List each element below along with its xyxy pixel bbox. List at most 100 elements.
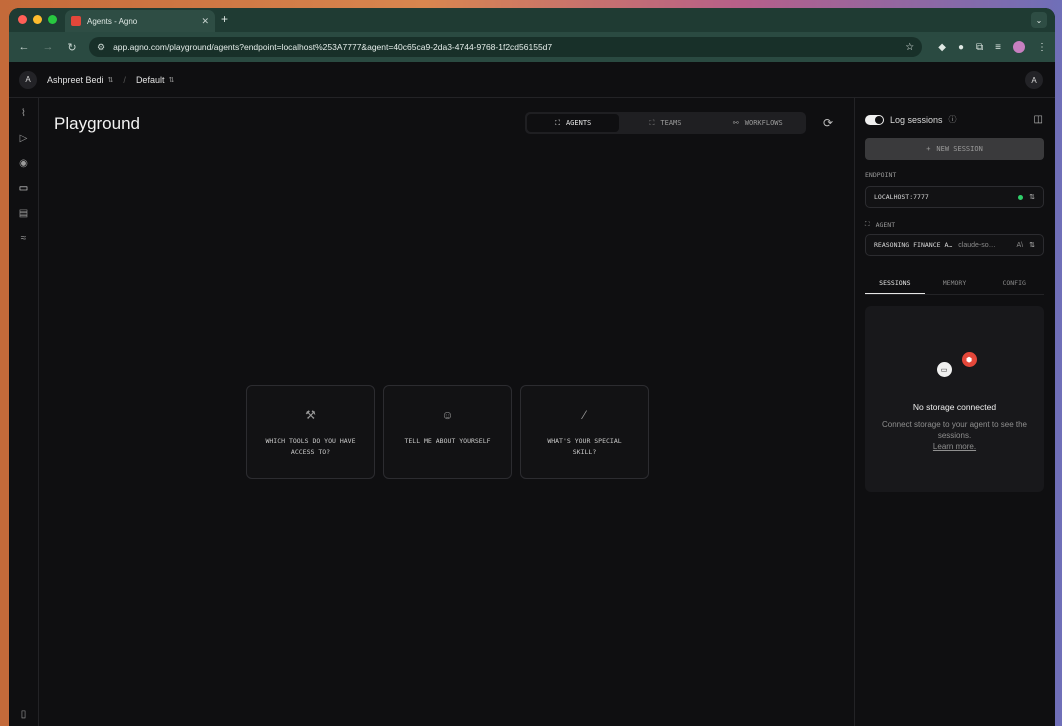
reload-icon[interactable]: ↻ xyxy=(65,41,79,54)
close-window-button[interactable] xyxy=(18,15,27,24)
omnibox[interactable]: ⚙ app.agno.com/playground/agents?endpoin… xyxy=(89,37,923,57)
plus-icon: + xyxy=(926,145,931,153)
puzzle-icon[interactable]: ⧉ xyxy=(976,42,983,53)
user-avatar[interactable]: A xyxy=(19,70,37,89)
tab-label: WORKFLOWS xyxy=(744,119,783,127)
bookmark-star-icon[interactable]: ☆ xyxy=(905,42,914,53)
suggestion-text: WHICH TOOLS DO YOU HAVE ACCESS TO? xyxy=(265,437,356,456)
address-bar: ← → ↻ ⚙ app.agno.com/playground/agents?e… xyxy=(9,32,1055,62)
mode-tabs: ⛶ AGENTS ⛶ TEAMS ⚯ WORKFLOWS xyxy=(525,112,806,134)
log-sessions-toggle[interactable] xyxy=(865,114,884,125)
endpoint-select[interactable]: LOCALHOST:7777 ⇅ xyxy=(865,186,1044,208)
playground-area: Playground ⛶ AGENTS ⛶ TEAMS ⚯ WORKFLOWS … xyxy=(39,98,855,726)
new-session-button[interactable]: + NEW SESSION xyxy=(865,138,1044,160)
endpoint-value: LOCALHOST:7777 xyxy=(874,193,929,201)
agent-extra: A\ xyxy=(1016,241,1024,249)
browser-window: Agents - Agno ✕ + ⌄ ← → ↻ ⚙ app.agno.com… xyxy=(9,8,1055,726)
info-icon[interactable]: ⓘ xyxy=(949,114,957,125)
log-sessions-label: Log sessions xyxy=(890,114,943,125)
chevron-updown-icon: ⇅ xyxy=(168,76,175,84)
suggestion-cards: ⚒ WHICH TOOLS DO YOU HAVE ACCESS TO? ☺ T… xyxy=(246,385,649,479)
site-info-icon[interactable]: ⚙ xyxy=(97,42,105,53)
wand-icon: ⁄ xyxy=(583,408,586,422)
agent-icon: ⛶ xyxy=(865,220,870,228)
refresh-icon[interactable]: ⟳ xyxy=(823,116,833,130)
tab-agents[interactable]: ⛶ AGENTS xyxy=(527,114,620,132)
suggestion-text: TELL ME ABOUT YOURSELF xyxy=(404,437,491,445)
account-avatar[interactable]: A xyxy=(1025,71,1043,89)
agent-value: REASONING FINANCE A… xyxy=(874,241,953,249)
menu-icon[interactable]: ⋮ xyxy=(1037,42,1047,53)
tab-search-icon[interactable]: ⌄ xyxy=(1031,12,1047,28)
tab-title: Agents - Agno xyxy=(87,16,138,26)
workflows-icon: ⚯ xyxy=(732,119,739,127)
chart-icon[interactable]: ⌇ xyxy=(17,108,31,120)
chat-bubble-icon: ▭ xyxy=(936,362,952,377)
tab-config[interactable]: CONFIG xyxy=(984,273,1044,294)
extension-icon[interactable]: ● xyxy=(958,42,964,53)
close-tab-icon[interactable]: ✕ xyxy=(201,16,209,27)
agent-select[interactable]: REASONING FINANCE A… claude-so… A\ ⇅ xyxy=(865,234,1044,256)
forward-icon[interactable]: → xyxy=(41,41,55,53)
workspace-switcher[interactable]: Default ⇅ xyxy=(136,75,174,85)
page-title: Playground xyxy=(54,114,141,133)
broadcast-icon[interactable]: ◉ xyxy=(17,158,31,170)
sidebar-toggle-icon[interactable]: ▯ xyxy=(21,709,27,720)
profile-icon[interactable] xyxy=(1013,41,1025,53)
app-main: ⌇ ▷ ◉ ▭ ▤ ≈ ▯ Playground ⛶ AGENTS ⛶ TEAM… xyxy=(9,98,1055,726)
window-controls xyxy=(18,15,57,24)
new-tab-icon[interactable]: + xyxy=(221,12,228,26)
minimize-window-button[interactable] xyxy=(33,15,42,24)
user-name: Ashpreet Bedi xyxy=(47,74,104,85)
url-text[interactable]: app.agno.com/playground/agents?endpoint=… xyxy=(113,42,897,52)
status-dot xyxy=(1018,194,1024,200)
media-icon[interactable]: ≡ xyxy=(995,42,1001,53)
settings-sliders-icon[interactable]: ≈ xyxy=(17,233,31,245)
tab-memory[interactable]: MEMORY xyxy=(925,273,985,294)
smile-icon: ☺ xyxy=(441,408,454,422)
learn-more-link[interactable]: Learn more. xyxy=(933,442,976,451)
sessions-panel: Log sessions ⓘ ◫ + NEW SESSION ENDPOINT … xyxy=(855,98,1055,726)
storage-description: Connect storage to your agent to see the… xyxy=(880,419,1030,452)
agent-icon: ⛶ xyxy=(555,118,560,127)
new-session-label: NEW SESSION xyxy=(936,145,983,153)
suggestion-card[interactable]: ⚒ WHICH TOOLS DO YOU HAVE ACCESS TO? xyxy=(246,385,375,479)
user-switcher[interactable]: Ashpreet Bedi ⇅ xyxy=(47,75,113,85)
chevron-updown-icon: ⇅ xyxy=(1029,194,1035,201)
storage-illustration: ▭ ⬢ xyxy=(925,348,985,388)
panel-tabs: SESSIONS MEMORY CONFIG xyxy=(865,273,1044,295)
left-rail: ⌇ ▷ ◉ ▭ ▤ ≈ ▯ xyxy=(9,98,39,726)
maximize-window-button[interactable] xyxy=(48,15,57,24)
tab-label: TEAMS xyxy=(660,119,682,127)
tab-bar: Agents - Agno ✕ + ⌄ xyxy=(9,8,1055,32)
chevron-updown-icon: ⇅ xyxy=(107,76,114,84)
tab-workflows[interactable]: ⚯ WORKFLOWS xyxy=(712,114,804,132)
play-icon[interactable]: ▷ xyxy=(17,133,31,145)
agent-model: claude-so… xyxy=(958,241,996,249)
shield-extension-icon[interactable]: ◆ xyxy=(938,42,946,53)
clipboard-icon[interactable]: ▤ xyxy=(17,208,31,220)
hammer-icon: ⚒ xyxy=(305,408,316,422)
suggestion-text: WHAT'S YOUR SPECIAL SKILL? xyxy=(547,437,622,456)
storage-empty-state: ▭ ⬢ No storage connected Connect storage… xyxy=(865,306,1044,492)
endpoint-label: ENDPOINT xyxy=(865,171,896,179)
extensions: ◆ ● ⧉ ≡ ⋮ xyxy=(932,41,1047,53)
storage-desc-text: Connect storage to your agent to see the… xyxy=(882,420,1027,440)
collapse-panel-icon[interactable]: ◫ xyxy=(1034,114,1043,125)
back-icon[interactable]: ← xyxy=(17,41,31,53)
database-icon: ⬢ xyxy=(961,352,977,367)
chat-icon[interactable]: ▭ xyxy=(17,183,31,195)
teams-icon: ⛶ xyxy=(649,118,655,127)
storage-title: No storage connected xyxy=(912,402,997,412)
app-header: A Ashpreet Bedi ⇅ / Default ⇅ A xyxy=(9,62,1055,98)
suggestion-card[interactable]: ⁄ WHAT'S YOUR SPECIAL SKILL? xyxy=(520,385,649,479)
tab-label: AGENTS xyxy=(565,119,592,127)
tab-sessions[interactable]: SESSIONS xyxy=(865,273,925,294)
workspace-name: Default xyxy=(135,74,165,85)
log-sessions-row: Log sessions ⓘ xyxy=(865,114,957,125)
suggestion-card[interactable]: ☺ TELL ME ABOUT YOURSELF xyxy=(383,385,512,479)
endpoint-label-text: ENDPOINT xyxy=(865,171,897,179)
breadcrumb-separator: / xyxy=(123,74,126,85)
browser-tab[interactable]: Agents - Agno ✕ xyxy=(65,10,215,32)
tab-teams[interactable]: ⛶ TEAMS xyxy=(619,114,711,132)
